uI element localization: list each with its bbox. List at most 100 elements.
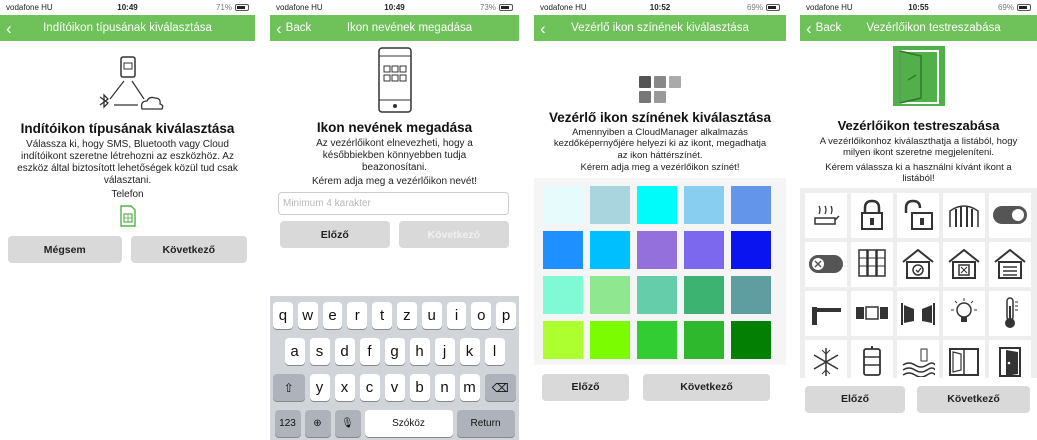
floor-heating-icon[interactable] — [897, 339, 939, 378]
color-swatch[interactable] — [590, 275, 630, 314]
next-button[interactable]: Következő — [917, 385, 1030, 413]
next-button[interactable]: Következő — [130, 236, 247, 263]
garage-shutter-icon[interactable] — [989, 241, 1031, 287]
return-key[interactable]: Return — [456, 410, 515, 437]
back-button[interactable]: ‹ Back — [806, 20, 841, 37]
key-j[interactable]: j — [434, 338, 455, 365]
battery-percent: 73% — [479, 3, 496, 12]
radiator-icon[interactable] — [851, 339, 893, 378]
window-icon[interactable] — [943, 339, 985, 378]
key-e[interactable]: e — [322, 302, 343, 329]
color-swatch[interactable] — [684, 230, 724, 269]
key-g[interactable]: g — [384, 338, 405, 365]
key-m[interactable]: m — [459, 374, 480, 401]
garage-closed-icon[interactable] — [897, 241, 939, 287]
cancel-button[interactable]: Mégsem — [8, 236, 122, 263]
prev-button[interactable]: Előző — [542, 373, 629, 401]
key-a[interactable]: a — [284, 338, 305, 365]
color-grid-viewport[interactable] — [534, 177, 786, 365]
key-i[interactable]: i — [446, 302, 467, 329]
server-rack-icon[interactable] — [851, 241, 893, 287]
key-w[interactable]: w — [297, 302, 318, 329]
thermometer-icon[interactable] — [989, 290, 1031, 336]
key-l[interactable]: l — [484, 338, 505, 365]
prev-button[interactable]: Előző — [280, 221, 390, 248]
page-heading: Indítóikon típusának kiválasztása — [20, 121, 235, 136]
key-r[interactable]: r — [347, 302, 368, 329]
next-button[interactable]: Következő — [398, 221, 509, 248]
key-v[interactable]: v — [384, 374, 405, 401]
key-p[interactable]: p — [496, 302, 516, 329]
toggle-on-icon[interactable] — [989, 192, 1031, 238]
page-description: Válassza ki, hogy SMS, Bluetooth vagy Cl… — [17, 139, 238, 186]
key-t[interactable]: t — [372, 302, 392, 329]
color-swatch[interactable] — [684, 320, 724, 359]
toggle-off-icon[interactable] — [805, 241, 847, 287]
key-b[interactable]: b — [409, 374, 430, 401]
light-bulb-icon[interactable] — [943, 290, 985, 336]
key-c[interactable]: c — [359, 374, 380, 401]
status-bar: vodafone HU 10:52 69% — [534, 0, 786, 15]
back-button[interactable]: ‹ — [6, 20, 12, 37]
color-swatch[interactable] — [590, 320, 630, 359]
key-n[interactable]: n — [434, 374, 455, 401]
battery-indicator: 71% — [216, 3, 249, 12]
back-button[interactable]: ‹ Back — [276, 20, 311, 37]
color-swatch[interactable] — [590, 185, 630, 224]
sliding-gate-icon[interactable] — [851, 290, 893, 336]
next-button[interactable]: Következő — [643, 373, 770, 401]
mic-key[interactable]: 🎙 — [334, 410, 361, 437]
shift-key[interactable]: ⇧ — [273, 374, 305, 401]
color-swatch[interactable] — [543, 275, 583, 314]
key-u[interactable]: u — [421, 302, 442, 329]
key-h[interactable]: h — [409, 338, 430, 365]
key-z[interactable]: z — [397, 302, 417, 329]
color-swatch[interactable] — [637, 275, 677, 314]
color-swatch[interactable] — [543, 230, 583, 269]
icon-name-input[interactable]: Minimum 4 karakter — [278, 192, 509, 215]
numbers-key[interactable]: 123 — [274, 410, 301, 437]
color-swatch[interactable] — [590, 230, 630, 269]
nav-bar: ‹ Back Ikon nevének megadása — [270, 15, 519, 41]
sim-card-option[interactable] — [0, 205, 255, 227]
color-swatch[interactable] — [684, 275, 724, 314]
option-label: Telefon — [111, 189, 144, 200]
key-y[interactable]: y — [309, 374, 330, 401]
garage-open-icon[interactable] — [943, 241, 985, 287]
prev-button[interactable]: Előző — [805, 385, 905, 413]
color-swatch[interactable] — [543, 185, 583, 224]
space-key[interactable]: Szóköz — [364, 410, 453, 437]
battery-indicator: 73% — [480, 3, 513, 12]
screen-icon-color: vodafone HU 10:52 69% ‹ Vezérlő ikon szí… — [534, 0, 786, 440]
screen-icon-customize: vodafone HU 10:55 69% ‹ Back Vezérlőikon … — [800, 0, 1037, 440]
key-k[interactable]: k — [459, 338, 480, 365]
color-swatch[interactable] — [637, 185, 677, 224]
icon-grid-viewport[interactable] — [800, 187, 1037, 378]
key-d[interactable]: d — [334, 338, 355, 365]
fence-gate-icon[interactable] — [943, 192, 985, 238]
color-swatch[interactable] — [543, 320, 583, 359]
lock-closed-icon[interactable] — [851, 192, 893, 238]
color-swatch[interactable] — [637, 320, 677, 359]
backspace-key[interactable]: ⌫ — [484, 374, 516, 401]
key-s[interactable]: s — [309, 338, 330, 365]
globe-key[interactable]: ⊕ — [304, 410, 331, 437]
page-description: Amennyiben a CloudManager alkalmazás kez… — [553, 127, 767, 161]
snowflake-icon[interactable] — [805, 339, 847, 378]
key-q[interactable]: q — [273, 302, 293, 329]
color-swatch[interactable] — [684, 185, 724, 224]
color-swatch[interactable] — [731, 275, 771, 314]
lock-open-icon[interactable] — [897, 192, 939, 238]
color-swatch[interactable] — [731, 320, 771, 359]
color-swatch[interactable] — [731, 185, 771, 224]
key-o[interactable]: o — [471, 302, 492, 329]
double-gate-icon[interactable] — [897, 290, 939, 336]
door-icon[interactable] — [989, 339, 1031, 378]
heater-icon[interactable] — [805, 192, 847, 238]
back-button[interactable]: ‹ — [540, 20, 546, 37]
color-swatch[interactable] — [731, 230, 771, 269]
key-x[interactable]: x — [334, 374, 355, 401]
color-swatch[interactable] — [637, 230, 677, 269]
key-f[interactable]: f — [359, 338, 380, 365]
barrier-gate-icon[interactable] — [805, 290, 847, 336]
